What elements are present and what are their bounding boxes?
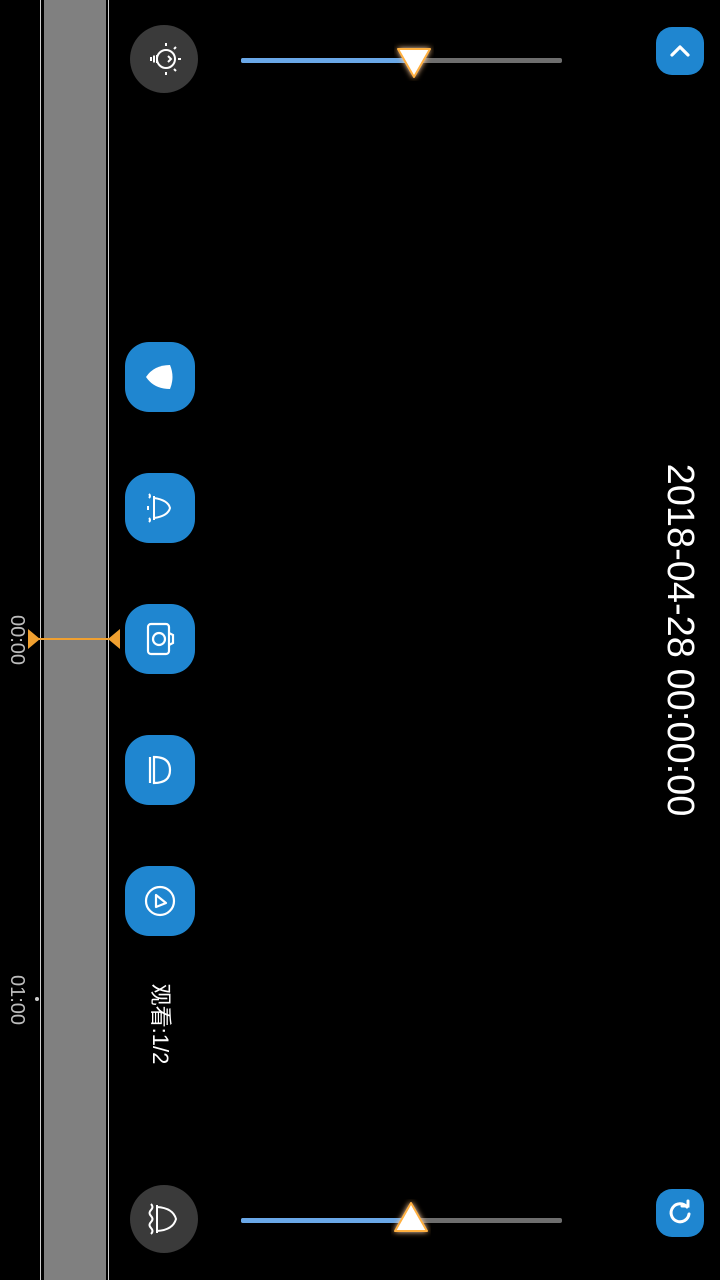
brightness-slider-thumb[interactable] [394,41,434,81]
lightbulb-icon [150,43,181,75]
playhead-line[interactable] [38,638,114,640]
light-icon [148,755,172,785]
brightness-slider-fill [241,58,414,63]
view-count-label: 观看:1/2 [148,983,173,1065]
chevron-up-icon [670,45,690,57]
volume-slider-fill [241,1218,411,1223]
volume-button[interactable] [130,1185,198,1253]
light-button[interactable] [125,735,195,805]
camera-icon [146,622,175,656]
snapshot-button[interactable] [125,604,195,674]
alarm-button[interactable] [125,473,195,543]
brightness-button[interactable] [130,25,198,93]
volume-slider-thumb[interactable] [391,1199,431,1239]
playhead-marker-right[interactable] [108,629,120,649]
playback-button[interactable] [125,866,195,936]
timeline-tick-dot [35,997,39,1001]
shield-icon [146,365,173,389]
shield-button[interactable] [125,342,195,412]
refresh-icon [669,1199,691,1224]
playhead-marker-left[interactable] [28,629,40,649]
timeline-label-0100: 01:00 [6,974,28,1026]
refresh-button[interactable] [656,1189,704,1237]
timeline-track[interactable] [44,0,106,1280]
playback-datetime: 2018-04-28 00:00:00 [659,463,701,817]
playback-icon [144,885,176,917]
timeline-label-0000: 00:00 [6,614,28,666]
timeline-border-left [40,0,41,1280]
collapse-button[interactable] [656,27,704,75]
bell-icon [148,1203,178,1235]
alarm-icon [147,493,172,523]
